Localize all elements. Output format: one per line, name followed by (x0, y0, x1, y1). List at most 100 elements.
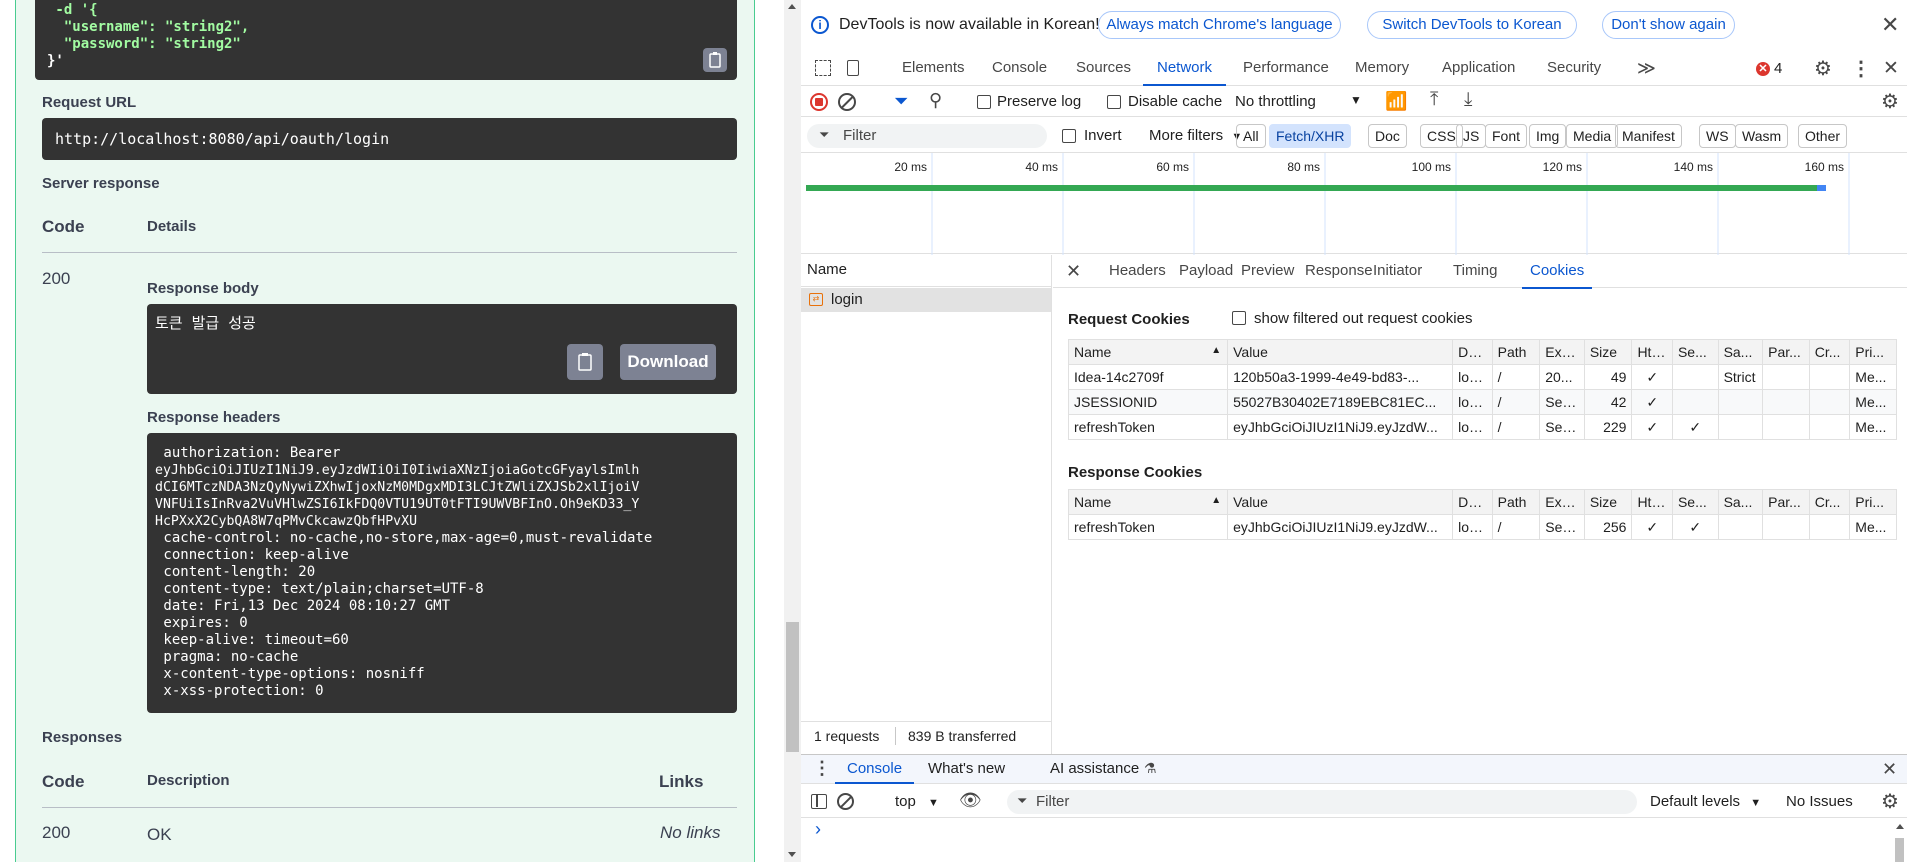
drawer-tab-console[interactable]: Console (835, 755, 915, 784)
cookie-column-header[interactable]: Path (1491, 489, 1541, 515)
cookie-column-header[interactable]: Sa... (1717, 489, 1764, 515)
error-icon[interactable]: ✕ (1756, 62, 1770, 76)
cookie-column-header[interactable]: Do... (1452, 339, 1493, 365)
request-row-login[interactable]: ⇄ login (801, 288, 1051, 312)
throttling-select[interactable]: No throttling ▼ (1235, 93, 1365, 110)
type-filter-doc[interactable]: Doc (1368, 124, 1407, 148)
console-prompt[interactable]: › (815, 819, 821, 840)
cookie-row[interactable]: refreshToken eyJhbGciOiJIUzI1NiJ9.eyJzdW.… (1067, 414, 1897, 440)
type-filter-font[interactable]: Font (1485, 124, 1528, 148)
cookie-column-header[interactable]: Path (1491, 339, 1541, 365)
detail-tab-initiator[interactable]: Initiator (1373, 255, 1422, 287)
switch-korean-button[interactable]: Switch DevTools to Korean (1367, 11, 1577, 39)
filter-input[interactable]: ⏷ Filter (807, 124, 1047, 148)
type-filter-js[interactable]: JS (1456, 124, 1487, 148)
cookie-column-header[interactable]: Sa... (1717, 339, 1764, 365)
detail-tab-response[interactable]: Response (1305, 255, 1373, 287)
filter-funnel-icon[interactable]: ⏷ (894, 91, 908, 112)
context-select[interactable]: top ▼ (895, 793, 939, 810)
cookie-column-header[interactable]: Par... (1762, 339, 1810, 365)
type-filter-fetch-xhr[interactable]: Fetch/XHR (1269, 124, 1352, 148)
settings-icon[interactable]: ⚙ (1814, 56, 1832, 81)
log-levels-select[interactable]: Default levels ▼ (1650, 793, 1761, 810)
cookie-column-header[interactable]: Value (1227, 339, 1454, 365)
name-column-header[interactable]: Name (801, 255, 1051, 287)
drawer-menu-icon[interactable]: ⋮ (813, 758, 831, 779)
tab-sources[interactable]: Sources (1076, 52, 1131, 84)
cookie-column-header[interactable]: Htt... (1631, 339, 1673, 365)
close-icon[interactable]: ✕ (1881, 12, 1899, 38)
issues-link[interactable]: No Issues (1786, 793, 1853, 810)
cookie-column-header[interactable]: Exp... (1539, 489, 1585, 515)
search-icon[interactable]: ⚲ (929, 90, 942, 111)
tab-console[interactable]: Console (992, 52, 1047, 84)
cookie-column-header[interactable]: Cr... (1808, 339, 1851, 365)
tab-security[interactable]: Security (1547, 52, 1601, 84)
cookie-row[interactable]: JSESSIONID 55027B30402E7189EBC81EC... loc.… (1067, 389, 1897, 415)
detail-tab-timing[interactable]: Timing (1453, 255, 1497, 287)
type-filter-img[interactable]: Img (1529, 124, 1567, 148)
type-filter-media[interactable]: Media (1566, 124, 1619, 148)
disable-cache-checkbox[interactable] (1107, 95, 1121, 109)
export-har-icon[interactable]: ⤓ (1464, 89, 1472, 111)
download-button[interactable]: Download (620, 344, 716, 380)
sidebar-toggle-icon[interactable] (811, 794, 827, 809)
cookie-column-header[interactable]: Size (1583, 339, 1633, 365)
type-filter-other[interactable]: Other (1798, 124, 1848, 148)
tab-performance[interactable]: Performance (1243, 52, 1329, 84)
type-filter-wasm[interactable]: Wasm (1735, 124, 1789, 148)
console-settings-icon[interactable]: ⚙ (1881, 789, 1899, 814)
cookie-row[interactable]: Idea-14c2709f 120b50a3-1999-4e49-bd83-...… (1067, 364, 1897, 390)
detail-tab-cookies[interactable]: Cookies (1522, 255, 1593, 289)
show-filtered-checkbox[interactable] (1232, 311, 1246, 325)
scroll-up-arrow[interactable] (788, 4, 796, 9)
cookie-column-header[interactable]: Htt... (1631, 489, 1673, 515)
copy-body-button[interactable] (567, 344, 603, 380)
console-scrollbar[interactable] (1894, 822, 1905, 862)
cookie-column-header[interactable]: Value (1227, 489, 1454, 515)
kebab-menu-icon[interactable]: ⋮ (1851, 56, 1871, 81)
inspect-icon[interactable] (815, 60, 831, 76)
dont-show-button[interactable]: Don't show again (1602, 11, 1735, 39)
error-count[interactable]: 4 (1774, 60, 1782, 77)
scroll-up-arrow[interactable] (1896, 824, 1904, 829)
more-filters-dropdown[interactable]: More filters ▼ (1149, 127, 1242, 144)
scroll-down-arrow[interactable] (788, 852, 796, 857)
cookie-column-header[interactable]: Pri... (1849, 489, 1897, 515)
invert-checkbox[interactable] (1062, 129, 1076, 143)
network-settings-icon[interactable]: ⚙ (1881, 89, 1899, 114)
network-conditions-icon[interactable]: 📶 (1385, 91, 1407, 112)
type-filter-all[interactable]: All (1236, 124, 1266, 148)
cookie-column-header[interactable]: Size (1583, 489, 1633, 515)
eye-icon[interactable]: 👁 (959, 790, 982, 811)
type-filter-manifest[interactable]: Manifest (1615, 124, 1682, 148)
tab-elements[interactable]: Elements (902, 52, 965, 84)
console-filter-input[interactable]: ⏷ Filter (1007, 790, 1637, 814)
cookie-column-header[interactable]: Do... (1452, 489, 1493, 515)
cookie-column-header[interactable]: Pri... (1849, 339, 1897, 365)
close-drawer-icon[interactable]: ✕ (1882, 759, 1897, 780)
cookie-column-header[interactable]: Name ▲ (1067, 339, 1229, 365)
copy-curl-button[interactable] (703, 48, 727, 72)
close-devtools-icon[interactable]: ✕ (1883, 57, 1899, 80)
cookie-column-header[interactable]: Cr... (1808, 489, 1851, 515)
clear-console-icon[interactable] (837, 793, 854, 810)
drawer-tab-ai-assistance[interactable]: AI assistance (1050, 760, 1139, 777)
cookie-column-header[interactable]: Exp... (1539, 339, 1585, 365)
drawer-tab-whats-new[interactable]: What's new (928, 760, 1005, 777)
cookie-row[interactable]: refreshToken eyJhbGciOiJIUzI1NiJ9.eyJzdW.… (1067, 514, 1897, 540)
preserve-log-checkbox[interactable] (977, 95, 991, 109)
cookie-column-header[interactable]: Name ▲ (1067, 489, 1229, 515)
more-tabs-button[interactable]: ≫ (1637, 52, 1656, 84)
detail-tab-preview[interactable]: Preview (1241, 255, 1294, 287)
match-language-button[interactable]: Always match Chrome's language (1098, 11, 1341, 39)
tab-network[interactable]: Network (1143, 52, 1227, 86)
cookie-column-header[interactable]: Se... (1671, 489, 1719, 515)
close-detail-icon[interactable]: ✕ (1066, 261, 1081, 282)
cookie-column-header[interactable]: Par... (1762, 489, 1810, 515)
scroll-thumb[interactable] (1895, 838, 1904, 862)
record-icon[interactable] (810, 93, 828, 111)
import-har-icon[interactable]: ⤒ (1430, 89, 1438, 111)
type-filter-ws[interactable]: WS (1699, 124, 1736, 148)
page-scrollbar[interactable] (784, 0, 801, 862)
